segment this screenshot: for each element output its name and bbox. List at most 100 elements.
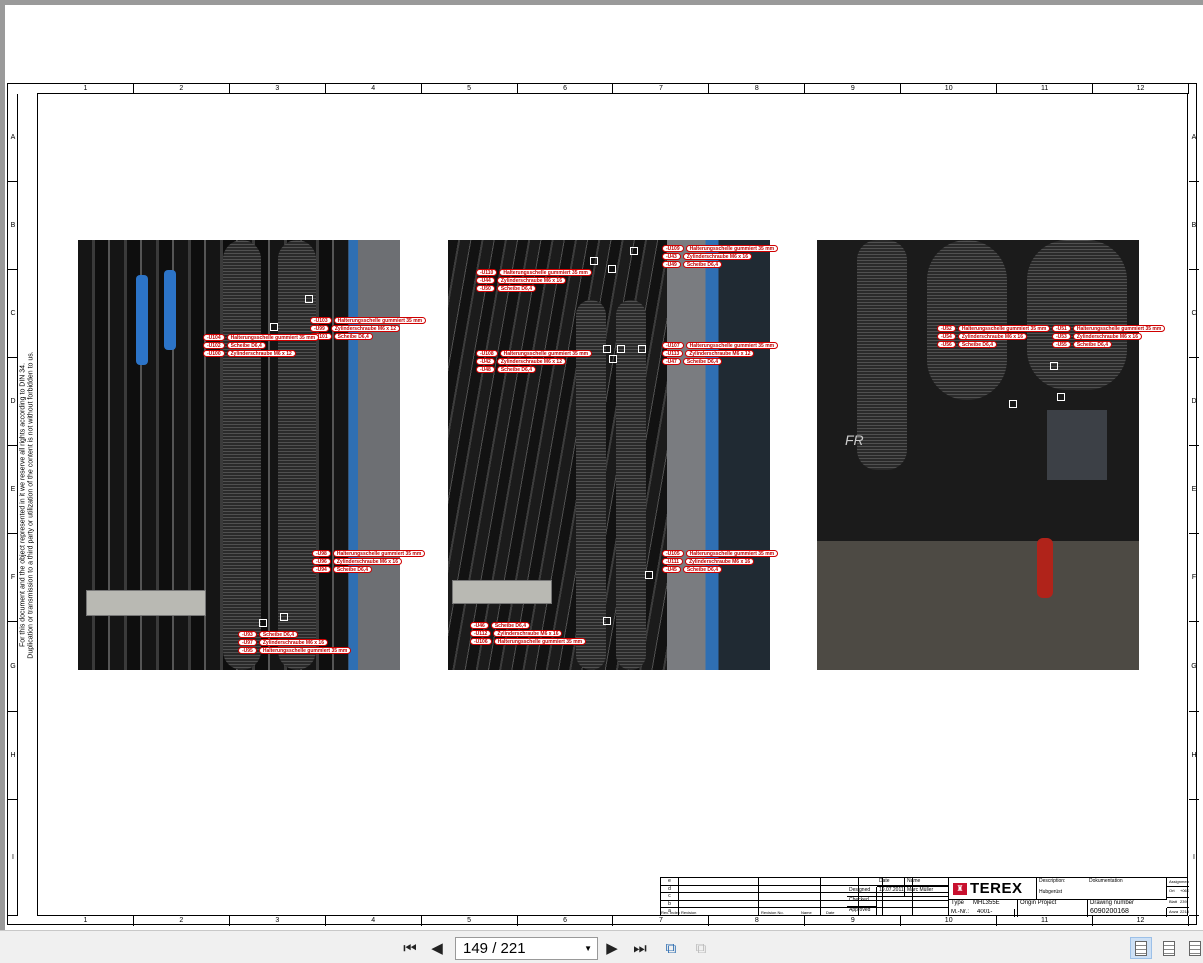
callout-id: -U104 [203,334,225,341]
revision-cell [759,900,821,909]
callout-row: -U51 Halterungsschelle gummiert 35 mm [1052,325,1166,332]
previous-page-button[interactable]: ◀ [428,939,446,957]
callout-id: -U98 [312,550,331,557]
callout-description: Halterungsschelle gummiert 35 mm [957,325,1051,332]
revision-cell [679,878,759,886]
callout-row: -U105 Halterungsschelle gummiert 35 mm [662,550,779,557]
callout-description: Zylinderschraube M6 x 16 [682,253,752,260]
description-label: Description: [1039,878,1066,884]
callout-marker [609,355,617,363]
revision-header-revision: Revision [681,910,697,915]
callout-row: -U100 Zylinderschraube M6 x 12 [203,350,319,357]
copyright-note: For this document and the object represe… [18,94,37,916]
chevron-down-icon: ▼ [584,944,592,953]
continuous-view-button[interactable] [1158,937,1180,959]
callout-id: -U46 [470,622,489,629]
callout-group: -U98 Halterungsschelle gummiert 35 mm -U96… [312,550,426,574]
callout-id: -U56 [937,341,956,348]
pdf-page: 1 2 3 4 5 6 7 8 9 10 11 12 1 2 3 4 5 6 7 8 9 10 11 12 ABCDEFGH… [5,5,1203,930]
callout-marker [645,571,653,579]
callout-id: -U96 [312,558,331,565]
callout-group: -U52 Halterungsschelle gummiert 35 mm -U54… [937,325,1051,349]
callout-description: Scheibe D6,4 [1072,341,1112,348]
callout-row: -U93 Scheibe D6,4 [238,631,351,638]
single-page-view-button[interactable] [1130,937,1152,959]
callout-id: -U108 [476,350,498,357]
terex-logo: ♜ TEREX [949,878,1037,900]
callout-description: Halterungsschelle gummiert 35 mm [685,245,779,252]
callout-id: -U50 [476,285,495,292]
callout-id: -U99 [310,325,329,332]
copyright-line-2: Duplication or transmission to a third p… [27,351,35,659]
corrugated-hose [616,300,646,670]
row-label: E [8,446,18,534]
previous-page-icon: ◀ [431,940,443,957]
terex-logo-icon: ♜ [953,882,967,895]
designed-name: Marc Müller [905,887,949,897]
callout-row: -U42 Zylinderschraube M6 x 12 [476,358,592,365]
revision-header-rev_index: Rev. Index [661,910,680,915]
callout-marker [1050,362,1058,370]
callout-row: -U43 Zylinderschraube M6 x 16 [662,253,778,260]
next-page-button[interactable]: ▶ [603,939,621,957]
single-page-icon [1135,940,1147,956]
callout-description: Zylinderschraube M6 x 16 [493,630,563,637]
callout-marker [608,265,616,273]
callout-description: Halterungsschelle gummiert 35 mm [685,342,779,349]
callout-row: -U55 Scheibe D6,4 [1052,341,1165,348]
callout-description: Halterungsschelle gummiert 35 mm [685,550,779,557]
revision-cell [821,878,859,886]
row-label: B [1189,182,1199,270]
callout-id: -U113 [662,350,684,357]
chalk-marking: FR [845,432,864,448]
row-label: H [8,712,18,800]
callout-row: -U96 Zylinderschraube M6 x 16 [312,558,425,565]
corrugated-hose [1027,240,1127,390]
callout-id: -U107 [662,342,684,349]
first-page-button[interactable]: ⏮ [400,939,420,957]
callout-id: -U97 [238,639,257,646]
go-forward-view-button[interactable]: ⧉ [690,939,712,957]
revision-cell [679,885,759,894]
callout-id: -U53 [1052,333,1071,340]
blatt-value: 239 [1178,898,1189,908]
callout-group: -U51 Halterungsschelle gummiert 35 mm -U53… [1052,325,1166,349]
revision-cell [679,900,759,909]
callout-id: -U95 [238,647,257,654]
ort-value: +06.1 [1178,887,1189,898]
callout-description: Zylinderschraube M6 x 16 [685,558,755,565]
row-label: I [8,800,18,916]
callout-group: -U103 Halterungsschelle gummiert 35 mm -U9… [310,317,427,341]
row-header-right: ABCDEFGHI [1189,94,1199,916]
callout-row: -U104 Halterungsschelle gummiert 35 mm [203,334,320,341]
callout-row: -U94 Scheibe D6,4 [312,566,425,573]
callout-description: Zylinderschraube M6 x 12 [685,350,755,357]
callout-description: Scheibe D6,4 [496,366,536,373]
document-viewport[interactable]: 1 2 3 4 5 6 7 8 9 10 11 12 1 2 3 4 5 6 7 8 9 10 11 12 ABCDEFGH… [0,0,1203,930]
callout-description: Zylinderschraube M6 x 12 [330,325,400,332]
callout-marker [1009,400,1017,408]
callout-id: -U55 [1052,341,1071,348]
row-label: G [8,622,18,712]
go-back-view-button[interactable]: ⧉ [660,939,682,957]
callout-description: Halterungsschelle gummiert 35 mm [499,269,592,276]
facing-view-button[interactable] [1186,937,1203,959]
drawing-number: 6090200168 [1088,908,1167,917]
callout-id: -U42 [476,358,495,365]
callout-row: -U112 Zylinderschraube M6 x 16 [470,630,586,637]
page-number-select[interactable]: 149 / 221 ▼ [455,937,598,960]
last-page-button[interactable]: ⏭ [630,939,650,957]
callout-description: Zylinderschraube M6 x 16 [258,639,328,646]
callout-id: -U102 [203,342,225,349]
designed-label: Designed [847,887,877,897]
origin-project-label: Origin Project [1018,900,1088,917]
callout-id: -U49 [662,261,681,268]
page-indicator: 149 / 221 [463,940,526,957]
description-value: Dokumentation [1087,878,1167,889]
photo-hoses-underside: FR [817,240,1139,670]
row-label: I [1189,800,1199,916]
anzahl-label: Anzahl [1169,909,1178,914]
revision-cell [883,908,913,916]
column-header-bottom: 1 2 3 4 5 6 7 8 9 10 11 12 [38,916,1189,926]
continuous-page-icon [1163,940,1175,956]
